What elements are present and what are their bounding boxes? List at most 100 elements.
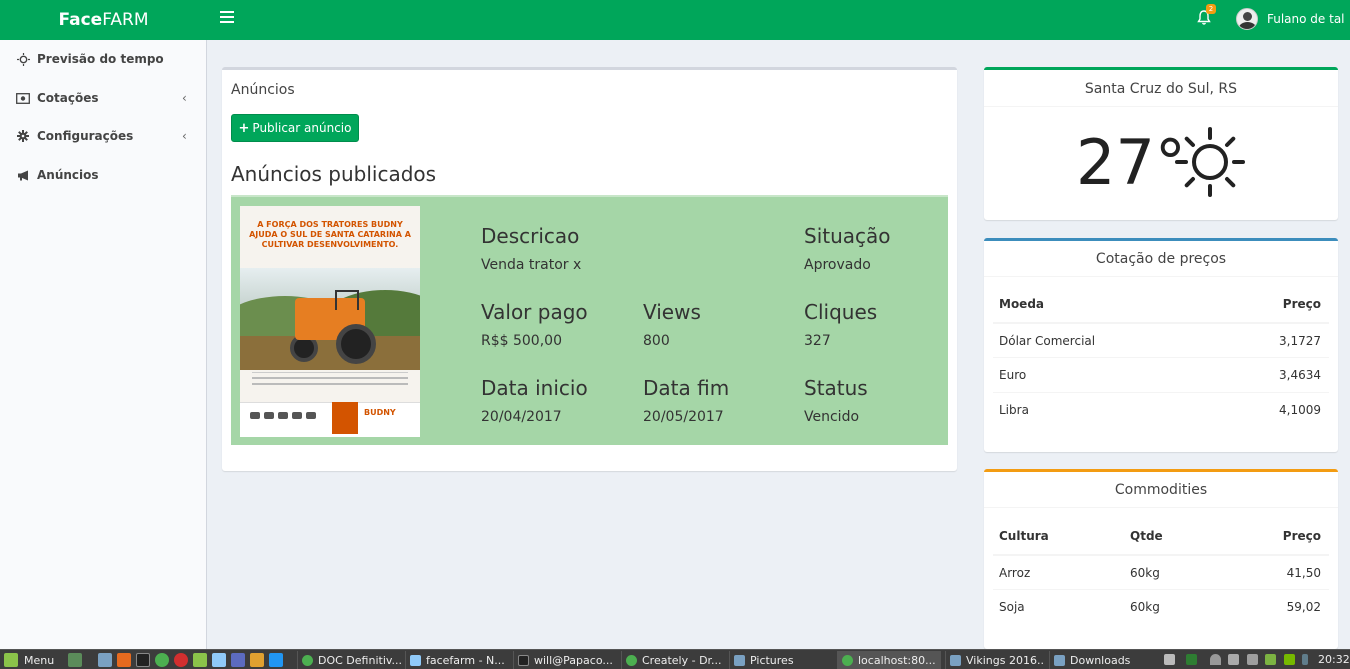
commodities-box: Commodities Cultura Qtde Preço Arroz 60k… xyxy=(984,469,1338,649)
taskbar-window[interactable]: Creately - Dr... xyxy=(621,651,727,669)
taskbar-window-active[interactable]: localhost:80... xyxy=(837,651,941,669)
os-taskbar: Menu DOC Definitiv... facefarm - N... wi… xyxy=(0,649,1350,669)
firefox-icon[interactable] xyxy=(117,653,131,667)
data-fim-value: 20/05/2017 xyxy=(643,409,724,425)
start-menu-button[interactable]: Menu xyxy=(4,652,54,668)
valor-pago-label: Valor pago xyxy=(481,300,588,324)
bluetooth-icon[interactable] xyxy=(1302,654,1308,665)
commodity-price: 41,50 xyxy=(1286,566,1321,580)
app-logo[interactable]: Face FARM xyxy=(0,0,207,40)
sublime-icon[interactable] xyxy=(250,653,264,667)
publish-ad-button[interactable]: + Publicar anúncio xyxy=(231,114,359,142)
taskbar-window-title: DOC Definitiv... xyxy=(318,653,403,667)
status-label: Status xyxy=(804,376,868,400)
folder-icon xyxy=(1054,654,1065,666)
rates-header-row: Moeda Preço xyxy=(993,287,1329,322)
sidebar-item-cotacoes[interactable]: Cotações ‹ xyxy=(0,80,207,116)
taskbar-window[interactable]: will@Papaco... xyxy=(513,651,619,669)
situacao-value: Aprovado xyxy=(804,257,871,273)
sidebar: Previsão do tempo Cotações ‹ Configuraçõ… xyxy=(0,40,207,649)
terminal-icon xyxy=(518,654,529,666)
sidebar-item-previsao[interactable]: Previsão do tempo xyxy=(0,41,207,77)
chevron-left-icon[interactable]: ‹ xyxy=(182,91,187,105)
table-row: Libra 4,1009 xyxy=(993,392,1329,427)
mint-logo-icon xyxy=(4,653,18,667)
sidebar-item-configuracoes[interactable]: Configurações ‹ xyxy=(0,118,207,154)
valor-pago-value: R$$ 500,00 xyxy=(481,333,562,349)
ad-image-headline: A FORÇA DOS TRATORES BUDNY AJUDA O SUL D… xyxy=(249,220,411,249)
weather-box: Santa Cruz do Sul, RS 27° xyxy=(984,67,1338,220)
rate-currency: Euro xyxy=(999,368,1027,382)
wifi-icon[interactable] xyxy=(1210,654,1221,665)
ad-image[interactable]: A FORÇA DOS TRATORES BUDNY AJUDA O SUL D… xyxy=(240,206,420,437)
commodity-qty: 60kg xyxy=(1130,600,1160,614)
top-navbar: Face FARM 2 Fulano de tal xyxy=(0,0,1350,40)
views-value: 800 xyxy=(643,333,670,349)
taskbar-window[interactable]: DOC Definitiv... xyxy=(297,651,403,669)
rates-header-moeda: Moeda xyxy=(999,297,1045,311)
commodity-name: Arroz xyxy=(999,566,1031,580)
views-label: Views xyxy=(643,300,701,324)
brazil-flag-icon[interactable] xyxy=(1186,654,1197,665)
desktop-icon[interactable] xyxy=(68,653,82,667)
app-icon[interactable] xyxy=(231,653,245,667)
data-fim-label: Data fim xyxy=(643,376,730,400)
notification-badge: 2 xyxy=(1206,4,1216,14)
android-icon[interactable] xyxy=(193,653,207,667)
table-row: Soja 60kg 59,02 xyxy=(993,589,1329,624)
sidebar-item-label: Configurações xyxy=(37,129,134,143)
battery-icon[interactable] xyxy=(1247,654,1258,665)
data-inicio-value: 20/04/2017 xyxy=(481,409,562,425)
taskbar-clock: 20:32 xyxy=(1318,653,1350,666)
package-icon[interactable] xyxy=(212,653,226,667)
rates-title: Cotação de preços xyxy=(1095,251,1227,267)
chrome-icon[interactable] xyxy=(155,653,169,667)
sidebar-toggle-icon[interactable] xyxy=(220,11,234,25)
nvidia-icon[interactable] xyxy=(1284,654,1295,665)
start-menu-label: Menu xyxy=(24,653,55,667)
weather-temperature: 27° xyxy=(1076,126,1186,199)
descricao-value: Venda trator x xyxy=(481,257,582,273)
taskbar-window-title: localhost:80... xyxy=(858,653,936,667)
opera-icon[interactable] xyxy=(174,653,188,667)
taskbar-window[interactable]: Vikings 2016... xyxy=(945,651,1045,669)
chrome-icon xyxy=(626,654,637,666)
situacao-label: Situação xyxy=(804,224,891,248)
commodity-qty: 60kg xyxy=(1130,566,1160,580)
cliques-label: Cliques xyxy=(804,300,878,324)
commodity-price: 59,02 xyxy=(1286,600,1321,614)
taskbar-window[interactable]: Pictures xyxy=(729,651,835,669)
sidebar-item-anuncios[interactable]: Anúncios xyxy=(0,157,207,193)
volume-icon[interactable] xyxy=(1228,654,1239,665)
rate-price: 3,4634 xyxy=(1279,368,1321,382)
rate-currency: Libra xyxy=(999,403,1029,417)
chrome-icon xyxy=(842,654,853,666)
gear-icon xyxy=(16,129,30,143)
logo-rest: FARM xyxy=(102,10,149,30)
user-name: Fulano de tal xyxy=(1267,12,1345,26)
taskbar-window[interactable]: Downloads xyxy=(1049,651,1153,669)
terminal-icon[interactable] xyxy=(136,653,150,667)
table-row: Euro 3,4634 xyxy=(993,357,1329,392)
chevron-left-icon[interactable]: ‹ xyxy=(182,129,187,143)
commodities-header-cultura: Cultura xyxy=(999,529,1049,543)
rate-price: 4,1009 xyxy=(1279,403,1321,417)
table-row: Dólar Comercial 3,1727 xyxy=(993,322,1329,357)
keyboard-icon[interactable] xyxy=(1164,654,1175,665)
shield-icon[interactable] xyxy=(1265,654,1276,665)
files-icon[interactable] xyxy=(98,653,112,667)
sun-icon xyxy=(16,52,30,66)
browser-icon[interactable] xyxy=(269,653,283,667)
ad-card[interactable]: A FORÇA DOS TRATORES BUDNY AJUDA O SUL D… xyxy=(231,195,948,445)
user-menu[interactable]: Fulano de tal xyxy=(1236,7,1345,31)
commodities-header-row: Cultura Qtde Preço xyxy=(993,519,1329,554)
folder-icon xyxy=(734,654,745,666)
published-ads-title: Anúncios publicados xyxy=(231,162,437,186)
box-title: Anúncios xyxy=(231,82,295,98)
rate-currency: Dólar Comercial xyxy=(999,334,1096,348)
publish-ad-label: Publicar anúncio xyxy=(252,121,352,135)
taskbar-window[interactable]: facefarm - N... xyxy=(405,651,511,669)
money-icon xyxy=(16,91,30,105)
bullhorn-icon xyxy=(16,168,30,182)
sidebar-item-label: Previsão do tempo xyxy=(37,52,164,66)
